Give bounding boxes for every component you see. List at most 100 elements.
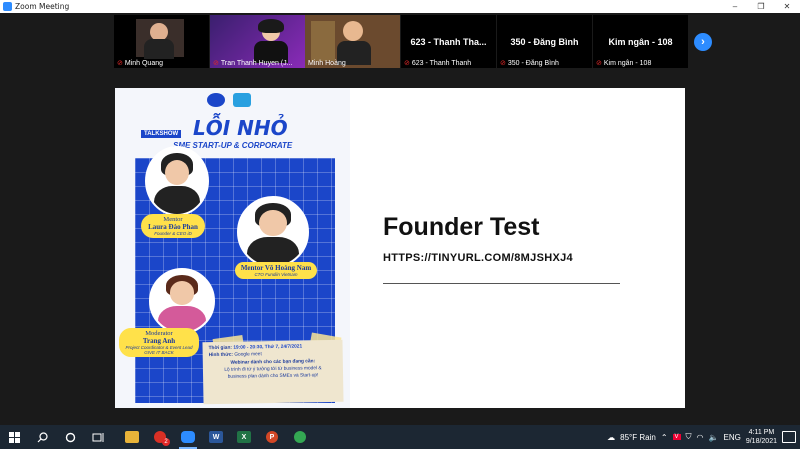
time-label: Thời gian: — [208, 345, 233, 352]
participant-name: ⊘ 623 - Thanh Thanh — [404, 59, 472, 68]
clock[interactable]: 4:11 PM 9/18/2021 — [746, 428, 777, 446]
zoom-app-icon — [3, 2, 12, 11]
mentor1-role: Mentor — [163, 216, 183, 223]
mentor1-photo — [145, 146, 209, 216]
start-button[interactable] — [0, 425, 28, 449]
participant-tile[interactable]: 350 - Đăng Bình ⊘ 350 - Đăng Bình — [497, 15, 592, 68]
muted-mic-icon: ⊘ — [596, 60, 602, 67]
muted-mic-icon: ⊘ — [500, 60, 506, 67]
participant-name: ⊘ 350 - Đăng Bình — [500, 59, 559, 68]
participant-name-text: Minh Hoàng — [308, 60, 346, 67]
chevron-up-icon[interactable]: ⌃ — [661, 433, 668, 442]
participant-name-text: Tran Thanh Huyen (J... — [220, 59, 293, 67]
time-value: 19:00 - 20:30, Thứ 7, 24/7/2021 — [233, 344, 303, 351]
participant-tile[interactable]: ⊘ Tran Thanh Huyen (J... — [210, 15, 305, 68]
audience-line-1: Lộ trình đi từ ý tưởng tới từ business m… — [224, 366, 322, 373]
audience-line-2: business plan dành cho SMEs và Start-up! — [227, 373, 319, 380]
taskbar-app-powerpoint[interactable]: P — [258, 425, 286, 449]
windows-logo-icon — [8, 431, 20, 443]
minimize-button[interactable]: – — [722, 0, 748, 13]
participant-hair — [258, 19, 284, 33]
word-icon: W — [209, 431, 223, 443]
windows-taskbar: 2 W X P ☁ 85°F Rain ⌃ V ⛉ ◠ 🔈 ENG 4:11 P… — [0, 425, 800, 449]
close-button[interactable]: ✕ — [774, 0, 800, 13]
clock-time: 4:11 PM — [748, 429, 775, 436]
zoom-icon — [181, 431, 195, 443]
talkshow-tag: TALKSHOW — [141, 130, 182, 138]
participant-name-text: Kim ngân - 108 — [603, 59, 652, 67]
weather-text[interactable]: 85°F Rain — [620, 433, 656, 442]
bookshelf — [311, 21, 335, 61]
participant-display-name: 623 - Thanh Tha... — [410, 37, 487, 47]
mentor2-name: Võ Hoàng Nam — [264, 264, 312, 272]
volume-icon[interactable]: 🔈 — [709, 433, 719, 442]
participant-name-text: 623 - Thanh Thanh — [411, 59, 472, 67]
shield-icon[interactable]: ⛉ — [686, 432, 692, 442]
face — [169, 281, 195, 305]
task-view-button[interactable] — [84, 425, 112, 449]
participant-tile-active-speaker[interactable]: Minh Hoàng — [305, 15, 400, 68]
participant-tile[interactable]: Kim ngân - 108 ⊘ Kim ngân - 108 — [593, 15, 688, 68]
mentor2-role: Mentor — [240, 264, 264, 272]
participant-strip: ⊘ Minh Quang ⊘ Tran Thanh Huyen (J... Mi… — [0, 13, 800, 69]
poster-headline: LỖI NHỎ — [193, 116, 288, 140]
moderator-name: Trang Anh — [142, 337, 176, 345]
mentor1-name: Laura Đào Phan — [148, 223, 198, 231]
screen-share-area: TALKSHOW LỖI NHỎ SME START-UP & CORPORAT… — [0, 69, 800, 425]
participant-name: ⊘ Minh Quang — [117, 59, 163, 68]
chrome-icon — [294, 431, 306, 443]
taskbar-app-chrome[interactable]: 2 — [146, 425, 174, 449]
vivaldi-tray-icon[interactable]: V — [672, 434, 681, 440]
format-label: Hình thức: — [208, 352, 234, 359]
slide-title: Founder Test — [383, 213, 540, 241]
mentor1-title: Founder & CEO iD — [154, 231, 192, 236]
taskbar-app-zoom[interactable] — [174, 425, 202, 449]
powerpoint-icon: P — [266, 431, 278, 443]
mentor2-photo — [237, 196, 309, 268]
cortana-icon — [65, 432, 75, 442]
participant-name-text: 350 - Đăng Bình — [507, 59, 559, 67]
participant-name: ⊘ Kim ngân - 108 — [596, 59, 652, 68]
slide-link[interactable]: HTTPS://TINYURL.COM/8MJSHXJ4 — [383, 252, 573, 264]
taskbar-app-file-explorer[interactable] — [118, 425, 146, 449]
moderator-org: GIVE IT BACK — [144, 350, 174, 355]
action-center-icon[interactable] — [782, 431, 796, 443]
face — [165, 159, 189, 185]
taskbar-app-chrome-2[interactable] — [286, 425, 314, 449]
muted-mic-icon: ⊘ — [404, 60, 410, 67]
language-indicator[interactable]: ENG — [724, 433, 741, 442]
organizer-logo — [207, 93, 225, 107]
participant-tile[interactable]: 623 - Thanh Tha... ⊘ 623 - Thanh Thanh — [401, 15, 496, 68]
participant-tile[interactable]: ⊘ Minh Quang — [114, 15, 209, 68]
event-details-note: Thời gian: 19:00 - 20:30, Thứ 7, 24/7/20… — [202, 339, 344, 405]
participant-display-name: 350 - Đăng Bình — [510, 37, 579, 47]
mentor2-title: CTO Fundiin Vietnam — [254, 272, 298, 277]
moderator-photo — [149, 268, 215, 334]
muted-mic-icon: ⊘ — [213, 60, 219, 67]
participant-name: Minh Hoàng — [308, 60, 346, 67]
task-view-icon — [92, 432, 104, 442]
event-poster: TALKSHOW LỖI NHỎ SME START-UP & CORPORAT… — [115, 88, 350, 408]
cortana-button[interactable] — [56, 425, 84, 449]
maximize-button[interactable]: ❐ — [748, 0, 774, 13]
window-title: Zoom Meeting — [15, 2, 70, 11]
wifi-icon[interactable]: ◠ — [697, 433, 704, 442]
system-tray: ☁ 85°F Rain ⌃ V ⛉ ◠ 🔈 ENG 4:11 PM 9/18/2… — [607, 428, 800, 446]
folder-icon — [125, 431, 139, 443]
mentor2-label: Mentor Võ Hoàng Nam CTO Fundiin Vietnam — [235, 262, 317, 279]
moderator-role: Moderator — [145, 330, 173, 337]
audience-title: Webinar dành cho các bạn đang cần: — [230, 359, 316, 366]
title-bar: Zoom Meeting – ❐ ✕ — [0, 0, 800, 13]
taskbar-app-word[interactable]: W — [202, 425, 230, 449]
next-page-button[interactable]: › — [694, 33, 712, 51]
shared-slide: TALKSHOW LỖI NHỎ SME START-UP & CORPORAT… — [115, 88, 685, 408]
moderator-label: Moderator Trang Anh Project Coordinator … — [119, 328, 199, 357]
participant-display-name: Kim ngân - 108 — [608, 37, 673, 47]
participant-name: ⊘ Tran Thanh Huyen (J... — [213, 59, 293, 68]
taskbar-app-excel[interactable]: X — [230, 425, 258, 449]
poster-logos — [207, 93, 251, 107]
slide-divider — [383, 283, 620, 284]
format-value: Google meet — [234, 352, 262, 358]
search-button[interactable] — [28, 425, 56, 449]
body — [154, 186, 200, 214]
